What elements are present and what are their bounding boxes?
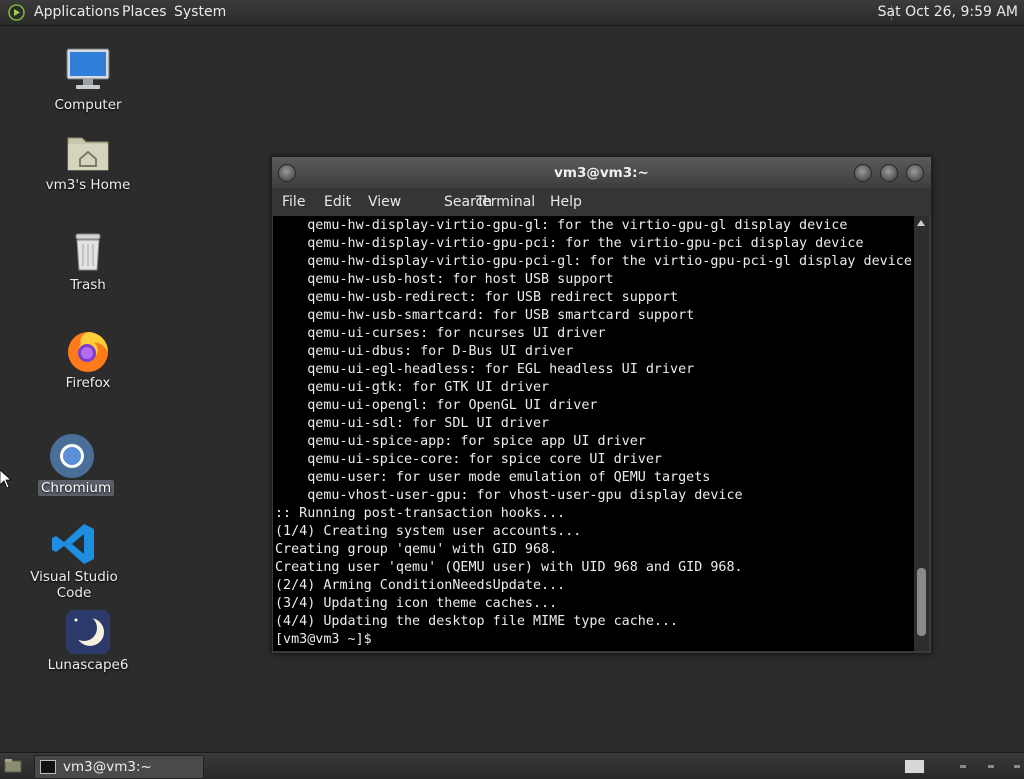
terminal-line: Creating user 'qemu' (QEMU user) with UI… — [275, 560, 743, 575]
terminal-line: qemu-ui-gtk: for GTK UI driver — [275, 380, 550, 395]
workspace-dot[interactable] — [960, 765, 966, 768]
terminal-output[interactable]: qemu-hw-display-virtio-gpu-gl: for the v… — [273, 216, 914, 651]
window-titlebar[interactable]: vm3@vm3:~ — [272, 157, 931, 188]
workspace-dot[interactable] — [1014, 765, 1020, 768]
maximize-button[interactable] — [880, 164, 898, 182]
system-menu[interactable]: System — [174, 0, 226, 25]
desktop-icon-label: Chromium — [38, 480, 115, 496]
terminal-line: :: Running post-transaction hooks... — [275, 506, 566, 521]
terminal-line: (3/4) Updating icon theme caches... — [275, 596, 558, 611]
terminal-line: qemu-hw-display-virtio-gpu-pci: for the … — [275, 236, 864, 251]
workspace-dot[interactable] — [988, 765, 994, 768]
shell-prompt: [vm3@vm3 ~]$ — [275, 632, 380, 647]
workspace-switcher[interactable] — [904, 759, 925, 774]
desktop-icon-label: Visual Studio Code — [30, 569, 118, 601]
terminal-icon — [40, 760, 56, 774]
terminal-line: qemu-ui-spice-app: for spice app UI driv… — [275, 434, 646, 449]
desktop-icon-chromium[interactable]: Chromium — [12, 432, 132, 502]
menu-view[interactable]: View — [368, 188, 401, 216]
scrollbar-thumb[interactable] — [917, 568, 926, 636]
top-panel: Applications Places System Sat Oct 26, 9… — [0, 0, 1024, 26]
desktop-icon-label: Computer — [54, 97, 122, 113]
lunascape-icon — [66, 610, 110, 654]
vscode-icon — [52, 524, 94, 564]
window-title: vm3@vm3:~ — [554, 165, 649, 181]
computer-icon — [66, 48, 110, 89]
terminal-line: qemu-user: for user mode emulation of QE… — [275, 470, 711, 485]
menu-help[interactable]: Help — [550, 188, 582, 216]
menu-file[interactable]: File — [282, 188, 305, 216]
desktop-icon-vscode[interactable]: Visual Studio Code — [14, 520, 134, 601]
places-menu[interactable]: Places — [122, 0, 167, 25]
desktop-icon-label: vm3's Home — [45, 177, 131, 193]
desktop-icon-trash[interactable]: Trash — [28, 228, 148, 298]
terminal-line: (1/4) Creating system user accounts... — [275, 524, 582, 539]
firefox-icon — [68, 332, 108, 372]
terminal-line: qemu-ui-egl-headless: for EGL headless U… — [275, 362, 695, 377]
terminal-line: qemu-ui-spice-core: for spice core UI dr… — [275, 452, 662, 467]
taskbar-window-button[interactable]: vm3@vm3:~ — [34, 755, 204, 779]
clock[interactable]: Sat Oct 26, 9:59 AM — [878, 0, 1018, 25]
chromium-icon — [50, 434, 94, 478]
desktop-icon-firefox[interactable]: Firefox — [28, 326, 148, 396]
terminal-line: (2/4) Arming ConditionNeedsUpdate... — [275, 578, 566, 593]
desktop-icon-label: Lunascape6 — [47, 657, 129, 673]
menu-terminal[interactable]: Terminal — [476, 188, 535, 216]
close-button[interactable] — [906, 164, 924, 182]
terminal-line: qemu-hw-usb-redirect: for USB redirect s… — [275, 290, 679, 305]
desktop-icon-lunascape[interactable]: Lunascape6 — [28, 608, 148, 678]
terminal-line: qemu-hw-usb-smartcard: for USB smartcard… — [275, 308, 695, 323]
home-folder-icon — [67, 137, 109, 171]
applications-menu[interactable]: Applications — [34, 0, 120, 25]
terminal-line: (4/4) Updating the desktop file MIME typ… — [275, 614, 679, 629]
show-desktop-icon[interactable] — [4, 758, 22, 773]
terminal-line: Creating group 'qemu' with GID 968. — [275, 542, 558, 557]
taskbar-window-label: vm3@vm3:~ — [63, 759, 152, 775]
bottom-panel: vm3@vm3:~ — [0, 752, 1024, 779]
scroll-up-icon[interactable] — [917, 220, 925, 226]
terminal-scrollbar[interactable] — [914, 216, 929, 651]
mate-logo-icon[interactable] — [8, 4, 25, 21]
terminal-line: qemu-ui-curses: for ncurses UI driver — [275, 326, 606, 341]
desktop-icon-label: Firefox — [65, 375, 111, 391]
terminal-line: qemu-ui-sdl: for SDL UI driver — [275, 416, 550, 431]
minimize-button[interactable] — [854, 164, 872, 182]
terminal-line: qemu-ui-opengl: for OpenGL UI driver — [275, 398, 598, 413]
terminal-window[interactable]: vm3@vm3:~ File Edit View Search Terminal… — [271, 156, 932, 654]
mouse-cursor-icon — [0, 470, 12, 489]
terminal-menubar: File Edit View Search Terminal Help — [272, 188, 931, 216]
desktop-icon-label: Trash — [70, 277, 106, 293]
desktop-icon-home[interactable]: vm3's Home — [28, 128, 148, 198]
trash-icon — [75, 233, 101, 271]
terminal-line: qemu-hw-display-virtio-gpu-gl: for the v… — [275, 218, 848, 233]
terminal-line: qemu-ui-dbus: for D-Bus UI driver — [275, 344, 574, 359]
desktop-icon-computer[interactable]: Computer — [28, 46, 148, 116]
terminal-line: qemu-hw-usb-host: for host USB support — [275, 272, 614, 287]
menu-edit[interactable]: Edit — [324, 188, 351, 216]
terminal-line: qemu-hw-display-virtio-gpu-pci-gl: for t… — [275, 254, 912, 269]
terminal-line: qemu-vhost-user-gpu: for vhost-user-gpu … — [275, 488, 743, 503]
